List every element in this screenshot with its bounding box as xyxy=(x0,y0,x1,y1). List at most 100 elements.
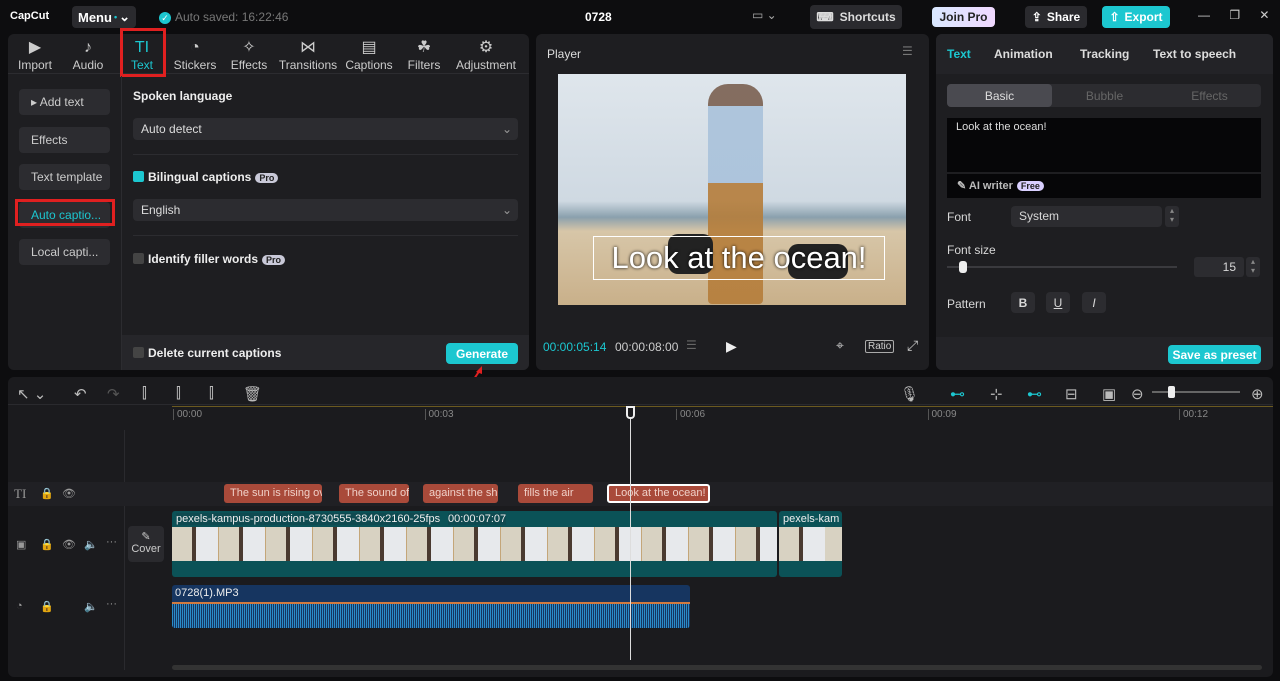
join-pro-button[interactable]: Join Pro xyxy=(932,7,995,27)
subtab-effects[interactable]: Effects xyxy=(1157,84,1262,107)
lock-icon[interactable]: 🔒 xyxy=(40,600,54,613)
delete-captions-checkbox[interactable]: Delete current captions xyxy=(133,346,281,360)
sidebar-item-1[interactable]: Effects xyxy=(19,126,110,153)
caption-clip[interactable]: The sound of xyxy=(339,484,409,503)
import-icon: ▶ xyxy=(28,39,42,56)
redo-icon[interactable]: ↷ xyxy=(107,385,120,403)
linkage-icon[interactable]: ⊹ xyxy=(990,385,1003,403)
font-select[interactable]: System xyxy=(1011,206,1162,227)
zoom-fit-icon[interactable]: ⌖ xyxy=(836,337,844,354)
layout-icon[interactable]: ▭ ⌄ xyxy=(752,8,777,22)
time-tick: 00:00 xyxy=(173,409,202,420)
tab-captions[interactable]: ▤ Captions xyxy=(344,38,394,72)
autosave-status: ✓ Auto saved: 16:22:46 xyxy=(159,10,288,24)
playhead[interactable] xyxy=(626,406,635,660)
tab-filters[interactable]: ☘ Filters xyxy=(399,38,449,72)
tab-effects[interactable]: ✧ Effects xyxy=(224,38,274,72)
main-track-magnet-icon[interactable]: ⊷ xyxy=(950,385,965,403)
caption-clip[interactable]: The sun is rising ov xyxy=(224,484,322,503)
video-clip-2-name: pexels-kam xyxy=(783,513,840,525)
more-icon[interactable]: ··· xyxy=(106,598,117,610)
share-button[interactable]: ⇪ Share xyxy=(1025,6,1087,28)
tab-import[interactable]: ▶ Import xyxy=(10,38,60,72)
preview-axis-icon[interactable]: ⊷ xyxy=(1027,385,1042,403)
font-stepper[interactable]: ▴ ▾ xyxy=(1165,206,1179,227)
sidebar-item-0[interactable]: ▸ Add text xyxy=(19,89,110,115)
tab-stickers[interactable]: ◔ Stickers xyxy=(170,38,220,72)
total-time: 00:00:08:00 xyxy=(615,340,679,354)
save-as-preset-button[interactable]: Save as preset xyxy=(1168,345,1261,364)
caption-clip[interactable]: against the sh xyxy=(423,484,498,503)
caption-icon[interactable]: ▣ xyxy=(1102,385,1116,403)
split-icon[interactable]: ⫿ xyxy=(142,385,147,402)
cover-button[interactable]: ✎ Cover xyxy=(128,526,164,562)
lock-icon[interactable]: 🔒 xyxy=(40,538,54,551)
split-compare-icon[interactable]: ⊟ xyxy=(1065,385,1078,403)
subtab-bubble[interactable]: Bubble xyxy=(1052,84,1157,107)
bilingual-language-select[interactable]: English ⌄ xyxy=(133,199,518,221)
player-menu-icon[interactable]: ☰ xyxy=(902,44,913,58)
export-button[interactable]: ⇧ Export xyxy=(1102,6,1170,28)
bold-button[interactable]: B xyxy=(1011,292,1035,313)
play-button[interactable]: ▶ xyxy=(726,338,737,355)
video-clip[interactable]: pexels-kampus-production-8730555-3840x21… xyxy=(172,511,777,577)
audio-clip[interactable]: 0728(1).MP3 xyxy=(172,585,690,628)
undo-icon[interactable]: ↶ xyxy=(74,385,87,403)
more-icon[interactable]: ··· xyxy=(106,536,117,548)
filler-words-checkbox[interactable]: Identify filler words Pro xyxy=(133,252,286,266)
timeline-view-icon[interactable]: ☰ xyxy=(686,338,697,352)
slider-thumb[interactable] xyxy=(1168,386,1175,398)
spoken-language-select[interactable]: Auto detect ⌄ xyxy=(133,118,518,140)
ratio-button[interactable]: Ratio xyxy=(865,340,895,353)
select-tool-icon[interactable]: ↖ ⌄ xyxy=(17,385,46,403)
inspector-tab-1[interactable]: Animation xyxy=(994,47,1053,61)
video-clip-2[interactable]: pexels-kam xyxy=(779,511,842,577)
filler-label: Identify filler words xyxy=(148,252,259,266)
volume-icon[interactable]: 🔈 xyxy=(84,600,98,613)
font-size-input[interactable]: 15 xyxy=(1194,257,1244,277)
menu-button[interactable]: Menu • ⌄ xyxy=(72,6,136,28)
generate-button[interactable]: Generate xyxy=(446,343,518,364)
video-preview[interactable]: Look at the ocean! xyxy=(558,74,906,305)
subtab-basic[interactable]: Basic xyxy=(947,84,1052,107)
sidebar-item-2[interactable]: Text template xyxy=(19,164,110,190)
tab-adjustment[interactable]: ⚙ Adjustment xyxy=(455,38,517,72)
caption-clip[interactable]: fills the air xyxy=(518,484,593,503)
tab-label: Captions xyxy=(345,58,393,72)
fullscreen-icon[interactable]: ⤢ xyxy=(907,337,918,354)
inspector-tab-3[interactable]: Text to speech xyxy=(1153,47,1236,61)
tab-transitions[interactable]: ⋈ Transitions xyxy=(277,38,339,72)
volume-icon[interactable]: 🔈 xyxy=(84,538,98,551)
split-left-icon[interactable]: ⫿ xyxy=(176,385,181,402)
zoom-slider[interactable] xyxy=(1152,386,1240,398)
inspector-tab-0[interactable]: Text xyxy=(947,47,971,61)
zoom-out-icon[interactable]: ⊖ xyxy=(1131,385,1144,403)
lock-icon[interactable]: 🔒 xyxy=(40,487,54,500)
underline-button[interactable]: U xyxy=(1046,292,1070,313)
italic-button[interactable]: I xyxy=(1082,292,1106,313)
bilingual-captions-checkbox[interactable]: Bilingual captions Pro xyxy=(133,170,279,184)
ai-writer-button[interactable]: ✎ AI writer Free xyxy=(947,174,1261,198)
inspector-tab-2[interactable]: Tracking xyxy=(1080,47,1129,61)
microphone-icon[interactable]: 🎙 xyxy=(900,385,919,403)
slider-thumb[interactable] xyxy=(958,261,967,273)
zoom-in-icon[interactable]: ⊕ xyxy=(1251,385,1264,403)
tab-audio[interactable]: ♪ Audio xyxy=(63,38,113,72)
caption-clip[interactable]: Look at the ocean! xyxy=(607,484,710,503)
sidebar-item-4[interactable]: Local capti... xyxy=(19,239,110,265)
shortcuts-button[interactable]: ⌨ Shortcuts xyxy=(810,5,902,29)
horizontal-scrollbar[interactable] xyxy=(172,665,1262,670)
video-clip-name: pexels-kampus-production-8730555-3840x21… xyxy=(176,513,441,525)
delete-captions-label: Delete current captions xyxy=(148,346,282,360)
font-size-stepper[interactable]: ▴ ▾ xyxy=(1246,257,1260,277)
filters-icon: ☘ xyxy=(416,39,432,56)
delete-icon[interactable]: 🗑 xyxy=(243,385,262,403)
split-right-icon[interactable]: ⫿ xyxy=(209,385,214,402)
font-size-slider[interactable] xyxy=(947,261,1177,273)
eye-icon[interactable]: 👁 xyxy=(62,487,76,500)
window-controls[interactable]: — ❐ ✕ xyxy=(1198,8,1269,22)
eye-icon[interactable]: 👁 xyxy=(62,538,76,551)
text-overlay-box[interactable]: Look at the ocean! xyxy=(593,236,885,280)
player-title: Player xyxy=(547,47,582,61)
text-content-input[interactable]: Look at the ocean! xyxy=(947,118,1261,172)
